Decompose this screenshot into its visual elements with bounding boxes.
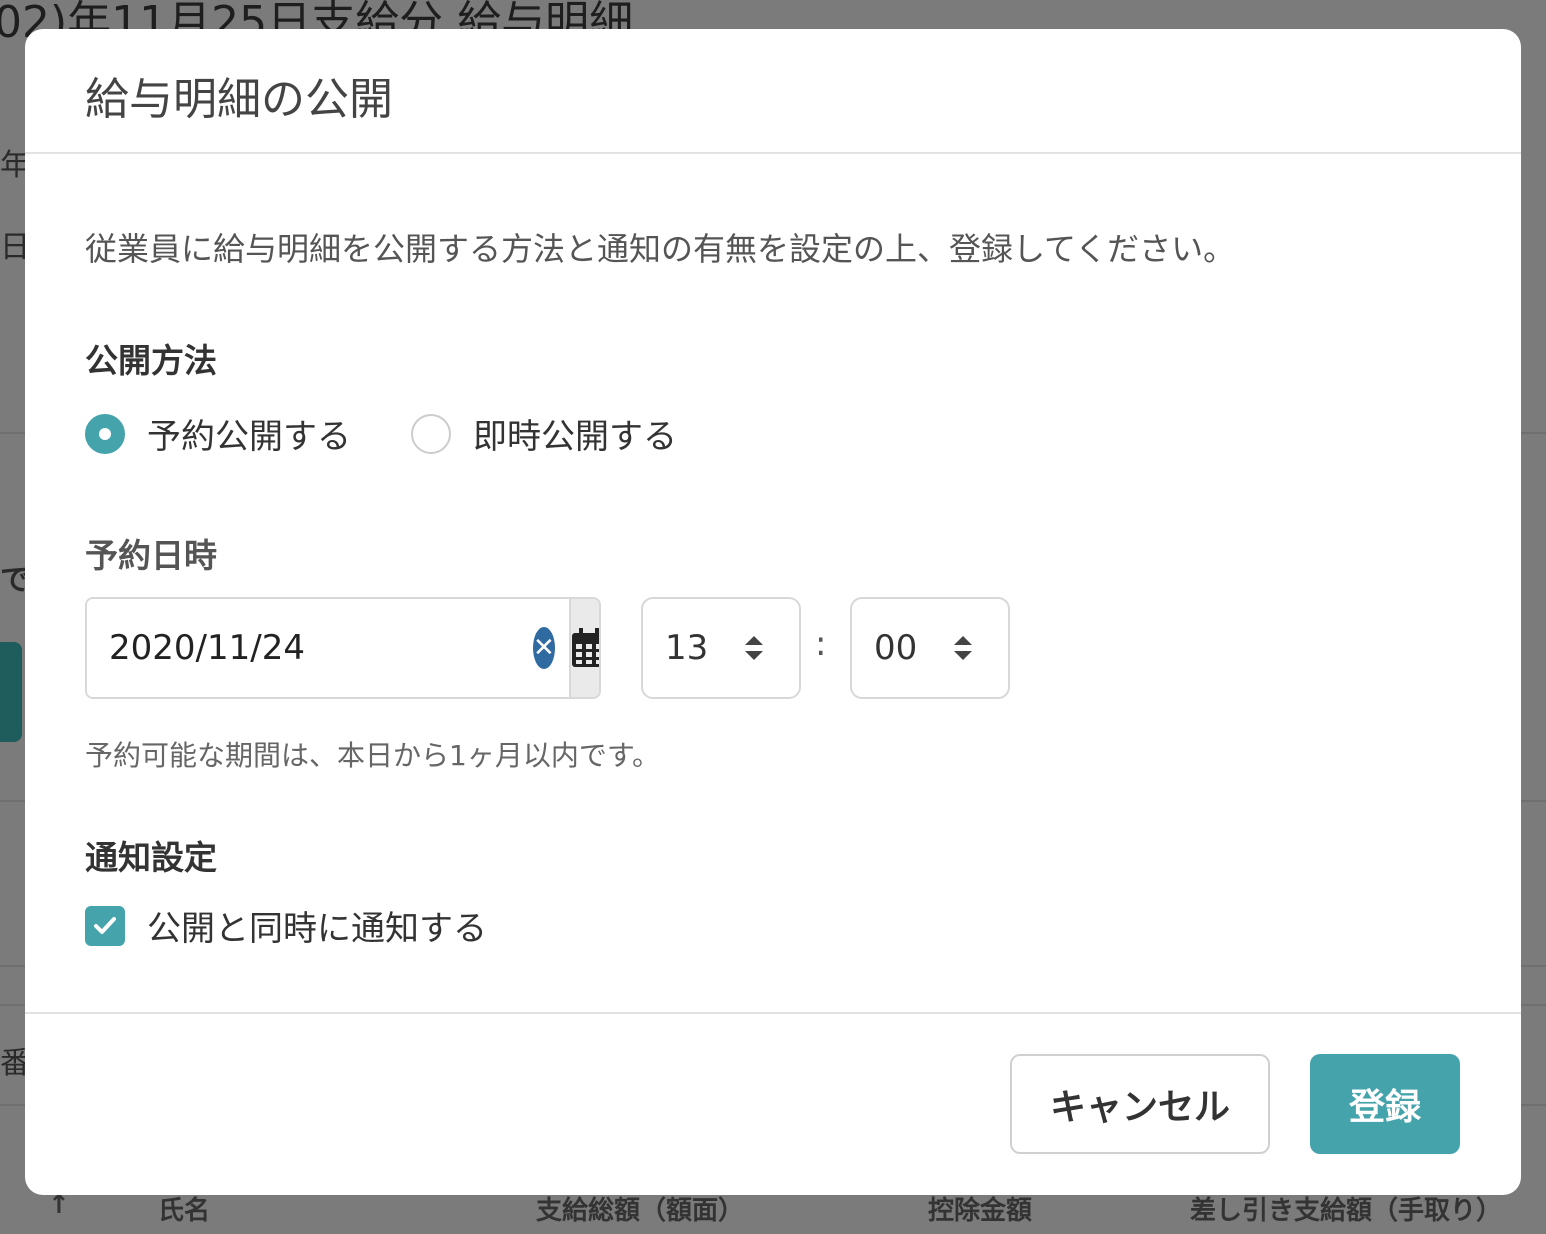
- clear-icon[interactable]: ✕: [533, 627, 555, 669]
- radio-scheduled-label: 予約公開する: [147, 417, 351, 457]
- notify-checkbox-label: 公開と同時に通知する: [147, 909, 487, 949]
- time-separator: :: [815, 624, 827, 664]
- modal-title: 給与明細の公開: [85, 74, 393, 125]
- calendar-button[interactable]: [568, 599, 599, 697]
- notification-settings-label: 通知設定: [85, 838, 217, 877]
- publish-payslip-modal: 給与明細の公開 従業員に給与明細を公開する方法と通知の有無を設定の上、登録してく…: [25, 29, 1521, 1195]
- date-picker: ✕: [85, 597, 601, 699]
- background-column-net: 差し引き支給額（手取り）: [1190, 1196, 1503, 1226]
- radio-immediate-publish[interactable]: 即時公開する: [411, 409, 677, 458]
- radio-button-unchecked[interactable]: [411, 413, 451, 454]
- notify-checkbox-row[interactable]: 公開と同時に通知する: [85, 901, 487, 950]
- check-icon: [94, 916, 116, 934]
- modal-footer: キャンセル 登録: [25, 1012, 1521, 1195]
- hour-value: 13: [665, 628, 709, 668]
- register-button[interactable]: 登録: [1310, 1054, 1460, 1154]
- publish-method-label: 公開方法: [85, 341, 217, 380]
- background-column-deduction: 控除金額: [928, 1196, 1033, 1226]
- publish-method-radio-group: 予約公開する 即時公開する: [85, 409, 737, 458]
- background-column-name: 氏名: [158, 1196, 211, 1226]
- schedule-hint: 予約可能な期間は、本日から1ヶ月以内です。: [85, 739, 661, 772]
- background-column-gross: 支給総額（額面）: [536, 1196, 745, 1226]
- radio-button-checked[interactable]: [85, 413, 125, 454]
- hour-select[interactable]: 13: [641, 597, 801, 699]
- sort-arrows-icon: [952, 634, 974, 662]
- radio-immediate-label: 即時公開する: [473, 417, 677, 457]
- radio-scheduled-publish[interactable]: 予約公開する: [85, 409, 351, 458]
- notify-checkbox[interactable]: [85, 905, 125, 946]
- date-input[interactable]: [87, 599, 533, 697]
- modal-header: 給与明細の公開: [25, 29, 1521, 154]
- minute-select[interactable]: 00: [850, 597, 1010, 699]
- sort-arrows-icon: [743, 634, 765, 662]
- cancel-button[interactable]: キャンセル: [1010, 1054, 1270, 1154]
- background-button: [0, 642, 22, 742]
- minute-value: 00: [874, 628, 918, 668]
- calendar-icon: [571, 628, 599, 667]
- schedule-datetime-label: 予約日時: [85, 536, 217, 575]
- modal-description: 従業員に給与明細を公開する方法と通知の有無を設定の上、登録してください。: [85, 230, 1236, 268]
